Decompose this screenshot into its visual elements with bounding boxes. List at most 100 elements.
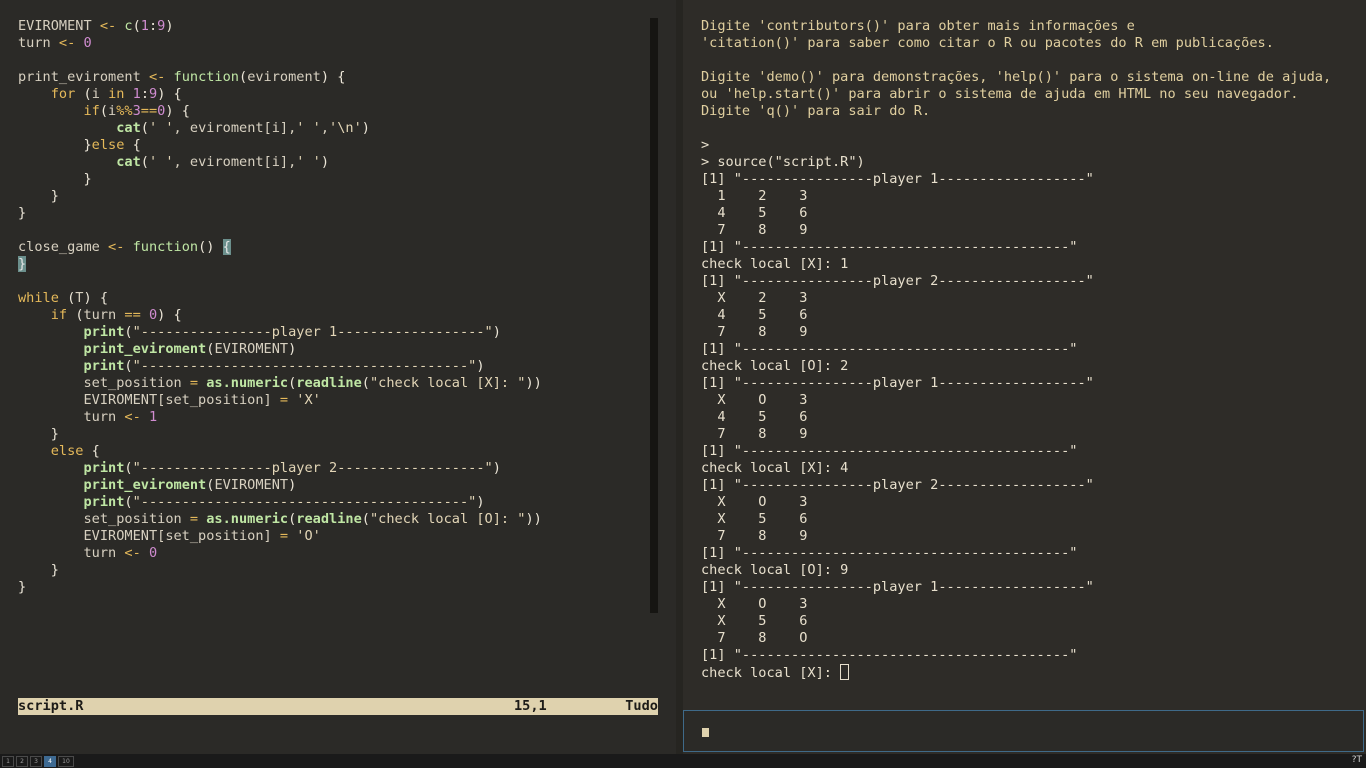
console-line: Digite 'contributors()' para obter mais … (701, 18, 1135, 34)
code-line[interactable]: for (i in 1:9) { (18, 86, 542, 103)
code-token: : (148, 18, 158, 34)
code-line[interactable]: if (turn == 0) { (18, 307, 542, 324)
code-line[interactable]: turn <- 1 (18, 409, 542, 426)
code-line[interactable]: EVIROMENT[set_position] = 'X' (18, 392, 542, 409)
code-token: <- (99, 18, 125, 34)
code-line[interactable]: EVIROMENT <- c(1:9) (18, 18, 542, 35)
code-token: print_eviroment (18, 69, 149, 85)
console-line: [1] "----------------player 1-----------… (701, 579, 1094, 595)
code-line[interactable]: while (T) { (18, 290, 542, 307)
code-token: = (189, 511, 207, 527)
code-line[interactable]: } (18, 188, 542, 205)
code-token: cat (116, 120, 141, 136)
code-token: } (18, 579, 27, 595)
code-token: } (18, 256, 27, 272)
code-token: as.numeric (206, 511, 289, 527)
code-line[interactable]: else { (18, 443, 542, 460)
code-line[interactable] (18, 52, 542, 69)
code-token: , eviroment[i], (173, 154, 297, 170)
workspace-4[interactable]: 4 (44, 756, 56, 767)
code-token: ( (124, 358, 133, 374)
console-line: > source("script.R") (701, 154, 865, 170)
code-token: } (83, 171, 92, 187)
r-console-output: Digite 'contributors()' para obter mais … (701, 18, 1331, 681)
code-line[interactable]: print("----------------player 2---------… (18, 460, 542, 477)
code-token: ) (288, 477, 297, 493)
code-token: ) (288, 341, 297, 357)
code-line[interactable]: cat(' ', eviroment[i],' ') (18, 154, 542, 171)
code-token: 3 (132, 103, 141, 119)
code-token: { (132, 137, 141, 153)
code-token: )) (525, 511, 542, 527)
console-line: Digite 'demo()' para demonstrações, 'hel… (701, 69, 1332, 85)
code-token: <- (124, 545, 149, 561)
workspace-10[interactable]: 10 (58, 756, 74, 767)
console-line: [1] "----------------player 2-----------… (701, 477, 1094, 493)
code-line[interactable]: cat(' ', eviroment[i],' ','\n') (18, 120, 542, 137)
code-token: print (83, 324, 125, 340)
code-line[interactable]: }else { (18, 137, 542, 154)
code-token: ) (320, 154, 330, 170)
code-line[interactable]: if(i%%3==0) { (18, 103, 542, 120)
code-line[interactable]: } (18, 171, 542, 188)
code-line[interactable]: } (18, 426, 542, 443)
code-line[interactable]: close_game <- function() { (18, 239, 542, 256)
code-token: ( (239, 69, 248, 85)
code-token: function (132, 239, 199, 255)
code-line[interactable]: print("---------------------------------… (18, 358, 542, 375)
code-token: ( (124, 494, 133, 510)
code-line[interactable] (18, 273, 542, 290)
code-token: EVIROMENT[set_position] (18, 392, 280, 408)
code-line[interactable]: print_eviroment(EVIROMENT) (18, 477, 542, 494)
console-line: 4 5 6 (701, 205, 808, 221)
code-token: else (50, 443, 92, 459)
terminal-cursor (840, 664, 850, 680)
code-line[interactable]: turn <- 0 (18, 35, 542, 52)
code-line[interactable]: set_position = as.numeric(readline("chec… (18, 511, 542, 528)
code-token: "---------------------------------------… (132, 358, 477, 374)
console-line: > (701, 137, 710, 153)
r-console-pane[interactable]: Digite 'contributors()' para obter mais … (683, 0, 1366, 754)
code-token: ( (361, 375, 370, 391)
code-line[interactable]: print_eviroment(EVIROMENT) (18, 341, 542, 358)
pane-divider[interactable] (676, 0, 683, 754)
code-line[interactable]: turn <- 0 (18, 545, 542, 562)
code-editor[interactable]: EVIROMENT <- c(1:9) turn <- 0 print_eviro… (18, 18, 542, 596)
input-caret (702, 728, 709, 737)
code-line[interactable]: set_position = as.numeric(readline("chec… (18, 375, 541, 392)
console-prompt: check local [X]: (701, 665, 841, 681)
code-token: () (198, 239, 223, 255)
code-line[interactable]: } (18, 579, 542, 596)
code-token: ) { (157, 307, 182, 323)
code-token: ) (476, 358, 485, 374)
workspace-2[interactable]: 2 (16, 756, 28, 767)
code-token: 1 (148, 409, 158, 425)
code-line[interactable] (18, 222, 542, 239)
console-input-box[interactable] (683, 710, 1364, 752)
code-line[interactable]: } (18, 562, 542, 579)
code-token: set_position (18, 511, 190, 527)
code-line[interactable]: EVIROMENT[set_position] = 'O' (18, 528, 542, 545)
code-token: ( (140, 120, 149, 136)
editor-scrollbar[interactable] (650, 18, 658, 613)
editor-pane[interactable]: EVIROMENT <- c(1:9) turn <- 0 print_eviro… (0, 0, 676, 754)
console-prompt-line[interactable]: check local [X]: (701, 664, 1331, 681)
code-line[interactable]: print("---------------------------------… (18, 494, 542, 511)
code-token: 1 (140, 18, 149, 34)
code-line[interactable]: print("----------------player 1---------… (18, 324, 542, 341)
workspace-3[interactable]: 3 (30, 756, 42, 767)
code-token: function (173, 69, 239, 85)
code-token: == (124, 307, 149, 323)
code-line[interactable]: } (18, 205, 542, 222)
code-token: readline (296, 375, 362, 391)
workspace-1[interactable]: 1 (2, 756, 14, 767)
code-token: 1 (132, 86, 141, 102)
code-token: ) { (320, 69, 346, 85)
code-line[interactable]: } (18, 256, 542, 273)
code-line[interactable]: print_eviroment <- function(eviroment) { (18, 69, 542, 86)
